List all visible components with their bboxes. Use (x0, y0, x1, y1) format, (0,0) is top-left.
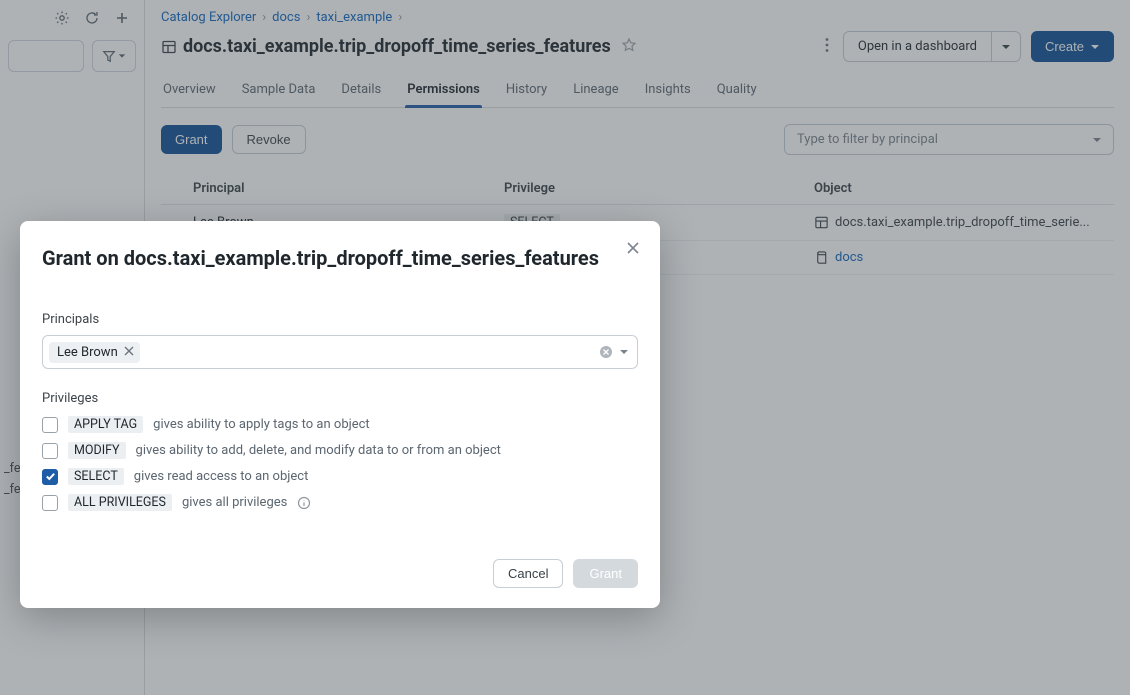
privilege-name: MODIFY (68, 442, 126, 459)
privileges-label: Privileges (42, 391, 638, 406)
cancel-button[interactable]: Cancel (493, 559, 563, 588)
info-icon[interactable] (297, 496, 311, 510)
principals-input[interactable]: Lee Brown (42, 335, 638, 369)
close-icon[interactable] (622, 237, 644, 259)
grant-submit-button[interactable]: Grant (573, 559, 638, 588)
privilege-checkbox[interactable] (42, 443, 58, 459)
privilege-checkbox[interactable] (42, 469, 58, 485)
privilege-checkbox[interactable] (42, 495, 58, 511)
privilege-desc: gives read access to an object (134, 469, 309, 484)
privilege-name: SELECT (68, 468, 124, 485)
privilege-desc: gives all privileges (182, 495, 287, 510)
privilege-row: APPLY TAG gives ability to apply tags to … (42, 416, 638, 433)
privilege-row: MODIFY gives ability to add, delete, and … (42, 442, 638, 459)
principal-tag-label: Lee Brown (57, 345, 118, 360)
privilege-row: SELECT gives read access to an object (42, 468, 638, 485)
privilege-desc: gives ability to apply tags to an object (153, 417, 370, 432)
chevron-down-icon[interactable] (619, 347, 629, 357)
privilege-name: ALL PRIVILEGES (68, 494, 172, 511)
principals-label: Principals (42, 312, 638, 327)
grant-modal: Grant on docs.taxi_example.trip_dropoff_… (20, 221, 660, 608)
privilege-checkbox[interactable] (42, 417, 58, 433)
remove-tag-icon[interactable] (124, 345, 134, 359)
principal-tag: Lee Brown (49, 342, 140, 363)
privilege-name: APPLY TAG (68, 416, 143, 433)
modal-title: Grant on docs.taxi_example.trip_dropoff_… (42, 245, 638, 272)
clear-icon[interactable] (599, 345, 613, 359)
privilege-row: ALL PRIVILEGES gives all privileges (42, 494, 638, 511)
privileges-list: APPLY TAG gives ability to apply tags to … (42, 416, 638, 511)
privilege-desc: gives ability to add, delete, and modify… (136, 443, 501, 458)
